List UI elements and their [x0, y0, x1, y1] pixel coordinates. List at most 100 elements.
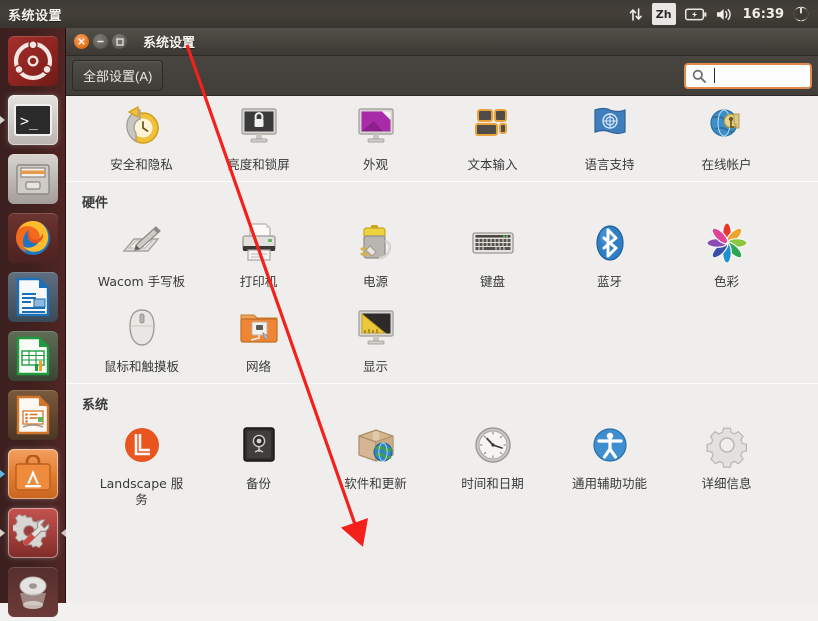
settings-item-brightness-lock[interactable]: 亮度和锁屏 [200, 96, 317, 181]
system-settings-window: 系统设置 全部设置(A) 安全和隐私 亮度和锁屏 外观 文本输入 语言支持 在线… [66, 28, 818, 603]
settings-item-label: Wacom 手写板 [97, 274, 186, 289]
libreoffice-calc-icon [16, 336, 50, 375]
firefox-icon [16, 220, 50, 255]
terminal-icon: >_ [14, 103, 52, 136]
settings-item-mouse-touchpad[interactable]: 鼠标和触摸板 [83, 298, 200, 383]
battery-indicator[interactable] [684, 3, 707, 25]
input-method-indicator[interactable]: Zh [651, 3, 676, 25]
launcher-focused-pip [61, 528, 66, 537]
settings-item-details[interactable]: 详细信息 [668, 415, 785, 516]
settings-item-color[interactable]: 色彩 [668, 213, 785, 298]
libreoffice-impress-icon [16, 395, 50, 434]
bluetooth-icon [586, 219, 634, 267]
settings-item-label: Landscape 服务 [99, 476, 184, 507]
screen: 系统设置 Zh 16:39 >_ 系统设置 全部设置(A) 安全和隐私 亮度和锁… [0, 0, 818, 621]
clock[interactable]: 16:39 [743, 7, 784, 22]
settings-item-online-accounts[interactable]: 在线帐户 [668, 96, 785, 181]
landscape-l-icon [118, 421, 166, 469]
safe-icon [235, 421, 283, 469]
launcher-item-ubuntu-software[interactable] [0, 444, 66, 503]
settings-item-text-entry[interactable]: 文本输入 [434, 96, 551, 181]
settings-gear-wrench-icon [13, 513, 50, 548]
launcher-item-file-manager[interactable] [0, 149, 66, 208]
settings-item-label: 色彩 [713, 274, 739, 289]
section-title-system: 系统 [82, 398, 109, 413]
settings-group-system: Landscape 服务 备份 软件和更新 时间和日期 通用辅助功能 详细信息 [83, 415, 818, 516]
settings-item-label: 显示 [362, 359, 388, 374]
settings-item-software-updates[interactable]: 软件和更新 [317, 415, 434, 516]
settings-item-displays[interactable]: 显示 [317, 298, 434, 383]
settings-item-label: 软件和更新 [344, 476, 407, 491]
cd-disc-icon [19, 576, 47, 609]
window-toolbar: 全部设置(A) [66, 56, 818, 96]
accessibility-icon [586, 421, 634, 469]
settings-item-label: 外观 [362, 157, 388, 172]
settings-item-bluetooth[interactable]: 蓝牙 [551, 213, 668, 298]
printer-icon [235, 219, 283, 267]
launcher-item-dash-home[interactable] [0, 31, 66, 90]
settings-item-label: 鼠标和触摸板 [103, 359, 179, 374]
stylus-tablet-icon [118, 219, 166, 267]
section-title-hardware: 硬件 [82, 196, 109, 211]
blue-flag-icon [586, 102, 634, 150]
window-title: 系统设置 [143, 36, 196, 51]
file-cabinet-icon [16, 163, 50, 195]
settings-item-label: 网络 [245, 359, 271, 374]
network-folder-icon [235, 304, 283, 352]
settings-item-security-privacy[interactable]: 安全和隐私 [83, 96, 200, 181]
settings-item-label: 详细信息 [701, 476, 752, 491]
monitor-lock-icon [235, 102, 283, 150]
settings-item-wacom-tablet[interactable]: Wacom 手写板 [83, 213, 200, 298]
close-button[interactable] [74, 34, 89, 49]
mouse-icon [118, 304, 166, 352]
settings-item-label: 通用辅助功能 [571, 476, 647, 491]
all-settings-button[interactable]: 全部设置(A) [72, 60, 164, 91]
search-box[interactable] [684, 62, 812, 89]
launcher-item-firefox[interactable] [0, 208, 66, 267]
monitor-wallpaper-icon [352, 102, 400, 150]
launcher-item-terminal[interactable]: >_ [0, 90, 66, 149]
settings-item-label: 备份 [245, 476, 271, 491]
settings-item-datetime[interactable]: 时间和日期 [434, 415, 551, 516]
gear-icon [703, 421, 751, 469]
settings-item-language-support[interactable]: 语言支持 [551, 96, 668, 181]
keyboard-icon [469, 219, 517, 267]
keyboard-blocks-icon [469, 102, 517, 150]
network-indicator[interactable] [629, 3, 643, 25]
settings-item-appearance[interactable]: 外观 [317, 96, 434, 181]
settings-item-power[interactable]: 电源 [317, 213, 434, 298]
settings-item-label: 键盘 [479, 274, 505, 289]
power-gear-icon[interactable] [793, 3, 809, 25]
launcher-item-system-settings[interactable] [0, 503, 66, 562]
launcher-item-libreoffice-calc[interactable] [0, 326, 66, 385]
settings-item-label: 蓝牙 [596, 274, 622, 289]
maximize-button[interactable] [112, 34, 127, 49]
settings-item-landscape-service[interactable]: Landscape 服务 [83, 415, 200, 516]
settings-content: 安全和隐私 亮度和锁屏 外观 文本输入 语言支持 在线帐户 硬件 Wacom 手… [66, 96, 818, 602]
settings-group-hardware: Wacom 手写板 打印机 电源 键盘 蓝牙 色彩 鼠标和触摸板 网络 显示 [83, 213, 818, 383]
volume-indicator[interactable] [716, 3, 734, 25]
top-panel: 系统设置 Zh 16:39 [0, 0, 818, 28]
launcher-item-media-disc[interactable] [0, 562, 66, 621]
ubuntu-software-icon [15, 454, 51, 491]
window-titlebar[interactable]: 系统设置 [66, 28, 818, 56]
svg-text:>_: >_ [20, 112, 39, 130]
search-input[interactable] [714, 68, 804, 83]
settings-item-keyboard[interactable]: 键盘 [434, 213, 551, 298]
launcher-item-libreoffice-writer[interactable] [0, 267, 66, 326]
battery-plug-icon [352, 219, 400, 267]
panel-app-title[interactable]: 系统设置 [8, 5, 62, 24]
launcher-item-libreoffice-impress[interactable] [0, 385, 66, 444]
settings-item-universal-access[interactable]: 通用辅助功能 [551, 415, 668, 516]
clock-icon [469, 421, 517, 469]
settings-item-printers[interactable]: 打印机 [200, 213, 317, 298]
panel-indicators: Zh 16:39 [629, 3, 818, 25]
settings-item-network[interactable]: 网络 [200, 298, 317, 383]
settings-item-label: 亮度和锁屏 [227, 157, 290, 172]
ubuntu-logo-icon [13, 40, 53, 80]
monitor-ruler-icon [352, 304, 400, 352]
minimize-button[interactable] [93, 34, 108, 49]
settings-item-label: 打印机 [239, 274, 278, 289]
settings-item-backups[interactable]: 备份 [200, 415, 317, 516]
settings-item-label: 文本输入 [467, 157, 518, 172]
